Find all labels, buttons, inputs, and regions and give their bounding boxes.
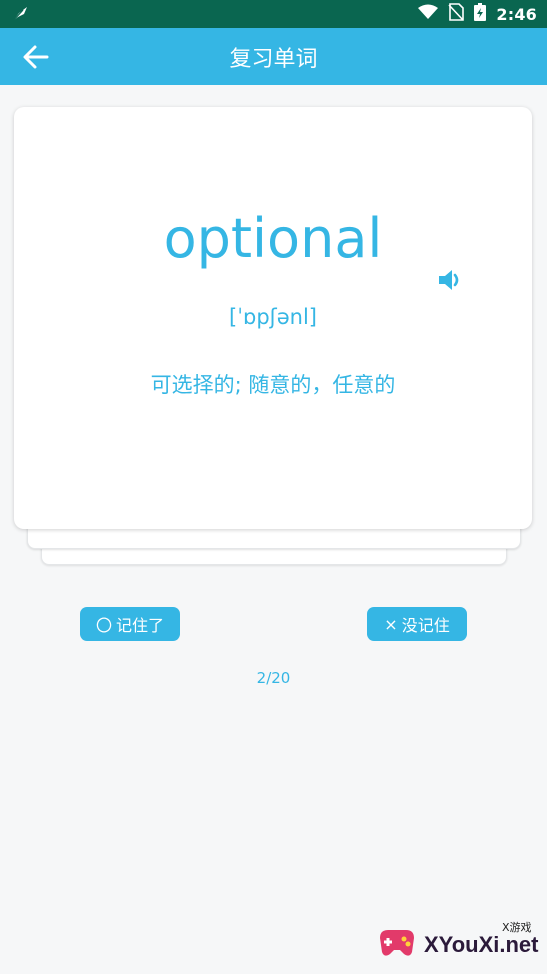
remember-label: 记住了 [116, 616, 165, 635]
word-text: optional [163, 207, 383, 270]
no-sim-icon [448, 3, 465, 25]
forgot-label: 没记住 [401, 616, 450, 635]
status-bar: 2:46 [0, 0, 547, 28]
speaker-icon[interactable] [436, 266, 464, 294]
close-icon: × [384, 614, 398, 634]
meaning-text: 可选择的; 随意的，任意的 [150, 373, 396, 397]
page-title: 复习单词 [229, 46, 318, 72]
phonetic-text: [ˈɒpʃənl] [229, 305, 317, 329]
circle-icon: 〇 [95, 616, 112, 635]
word-card: optional [ˈɒpʃənl] 可选择的; 随意的，任意的 [14, 107, 532, 529]
gamepad-icon [376, 922, 418, 964]
remember-button[interactable]: 〇 记住了 [80, 607, 180, 641]
forgot-button[interactable]: × 没记住 [367, 607, 467, 641]
status-time: 2:46 [496, 4, 537, 24]
progress-counter: 2/20 [256, 669, 291, 687]
watermark-logo: X游戏 XYouXi.net [376, 914, 541, 970]
feather-icon [10, 4, 30, 24]
wifi-icon [418, 4, 439, 24]
watermark-brand: XYouXi.net [424, 932, 539, 957]
app-bar: 复习单词 [0, 28, 547, 85]
battery-icon [474, 3, 487, 25]
